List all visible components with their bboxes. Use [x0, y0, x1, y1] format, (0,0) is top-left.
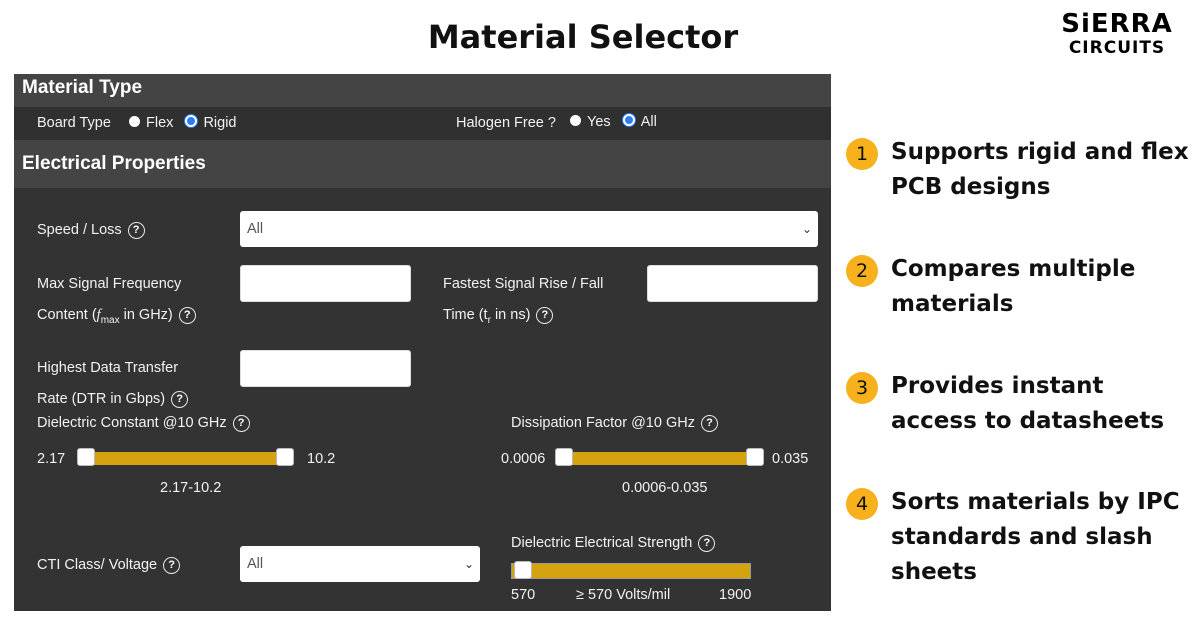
dissipation-factor-range: 0.0006-0.035: [622, 480, 708, 496]
speed-loss-label: Speed / Loss?: [37, 221, 145, 239]
max-signal-freq-input[interactable]: [240, 265, 411, 302]
dielectric-constant-min-handle[interactable]: [77, 448, 95, 466]
feature-number-badge: 2: [846, 255, 878, 287]
halogen-free-label: Halogen Free ?: [456, 115, 556, 131]
feature-number-badge: 3: [846, 372, 878, 404]
dielectric-constant-min: 2.17: [37, 451, 66, 467]
dissipation-factor-max-handle[interactable]: [746, 448, 764, 466]
feature-text: Compares multiple materials: [891, 256, 1136, 317]
dielectric-constant-range: 2.17-10.2: [160, 480, 222, 496]
radio-rigid[interactable]: [185, 115, 198, 127]
logo-top-text: SiERRA: [1061, 9, 1173, 39]
dissipation-factor-min-handle[interactable]: [555, 448, 573, 466]
max-signal-freq-label-post: in GHz): [119, 307, 173, 323]
dielectric-constant-slider-track[interactable]: [86, 452, 285, 465]
cti-select-value: All: [247, 556, 264, 572]
help-icon[interactable]: ?: [127, 221, 145, 239]
logo-bottom-text: CIRCUITS: [1068, 38, 1166, 58]
dissipation-factor-min: 0.0006: [501, 451, 546, 467]
rise-fall-label-post: in ns): [490, 307, 531, 323]
chevron-down-icon: ⌄: [801, 222, 812, 236]
dissipation-factor-slider-track[interactable]: [564, 452, 755, 465]
help-icon[interactable]: ?: [698, 534, 716, 552]
rise-fall-label-line2: Time (tr in ns)?: [443, 306, 554, 330]
material-selector-panel: Material Type Board Type Flex Rigid Halo…: [14, 74, 831, 611]
radio-flex[interactable]: [129, 116, 140, 127]
dissipation-factor-max: 0.035: [772, 451, 809, 467]
cti-label: CTI Class/ Voltage?: [37, 556, 181, 574]
dielectric-constant-max-handle[interactable]: [276, 448, 294, 466]
help-icon[interactable]: ?: [171, 390, 189, 408]
dielectric-strength-label: Dielectric Electrical Strength?: [511, 534, 716, 552]
help-icon[interactable]: ?: [536, 306, 554, 324]
dtr-input[interactable]: [240, 350, 411, 387]
board-type-label: Board Type: [37, 115, 111, 131]
feature-text: Provides instant access to datasheets: [891, 373, 1165, 434]
dtr-label-text: Rate (DTR in Gbps): [37, 391, 166, 407]
dielectric-strength-fill: [512, 564, 750, 578]
feature-number-badge: 1: [846, 138, 878, 170]
dissipation-factor-label: Dissipation Factor @10 GHz?: [511, 414, 718, 432]
speed-loss-select-value: All: [247, 221, 264, 237]
dtr-label-line1: Highest Data Transfer: [37, 360, 179, 376]
feature-number-badge: 4: [846, 488, 878, 520]
dielectric-constant-label: Dielectric Constant @10 GHz?: [37, 414, 250, 432]
cti-select[interactable]: All ⌄: [240, 546, 480, 582]
radio-flex-label[interactable]: Flex: [146, 115, 173, 131]
chevron-down-icon: ⌄: [463, 557, 474, 571]
radio-all-label[interactable]: All: [641, 114, 657, 130]
help-icon[interactable]: ?: [232, 414, 250, 432]
radio-rigid-label[interactable]: Rigid: [203, 115, 236, 131]
max-signal-freq-label-line1: Max Signal Frequency: [37, 276, 182, 292]
speed-loss-label-text: Speed / Loss: [37, 222, 122, 238]
feature-text: Sorts materials by IPC standards and sla…: [891, 489, 1180, 585]
dtr-label-line2: Rate (DTR in Gbps)?: [37, 390, 189, 408]
halogen-free-radio-group: Yes All: [562, 113, 657, 131]
speed-loss-select[interactable]: All ⌄: [240, 211, 818, 247]
max-signal-freq-label-sub: max: [100, 314, 120, 326]
help-icon[interactable]: ?: [163, 556, 181, 574]
sierra-circuits-logo: SiERRA CIRCUITS: [1046, 10, 1188, 58]
feature-text: Supports rigid and flex PCB designs: [891, 139, 1189, 200]
electrical-properties-header: Electrical Properties: [14, 140, 831, 188]
dielectric-constant-max: 10.2: [307, 451, 336, 467]
page-title: Material Selector: [427, 18, 739, 56]
material-type-header: Material Type: [14, 74, 831, 107]
radio-yes[interactable]: [570, 115, 581, 126]
max-signal-freq-label-pre: Content (: [37, 307, 97, 323]
radio-yes-label[interactable]: Yes: [587, 114, 611, 130]
help-icon[interactable]: ?: [700, 414, 718, 432]
dielectric-constant-label-text: Dielectric Constant @10 GHz: [37, 415, 227, 431]
dielectric-strength-handle[interactable]: [514, 561, 532, 579]
rise-fall-input[interactable]: [647, 265, 818, 302]
cti-label-text: CTI Class/ Voltage: [37, 557, 158, 573]
dielectric-strength-max: 1900: [719, 587, 752, 603]
dielectric-strength-min: 570: [511, 587, 536, 603]
dielectric-strength-label-text: Dielectric Electrical Strength: [511, 535, 693, 551]
radio-all[interactable]: [622, 114, 635, 126]
dielectric-strength-slider[interactable]: [511, 563, 751, 579]
max-signal-freq-label-line2: Content (fmax in GHz)?: [37, 306, 196, 330]
help-icon[interactable]: ?: [178, 306, 196, 324]
dielectric-strength-current: ≥ 570 Volts/mil: [576, 587, 671, 603]
dissipation-factor-label-text: Dissipation Factor @10 GHz: [511, 415, 695, 431]
rise-fall-label-pre: Time (t: [443, 307, 488, 323]
rise-fall-label-line1: Fastest Signal Rise / Fall: [443, 276, 604, 292]
board-type-radio-group: Flex Rigid: [121, 114, 236, 132]
